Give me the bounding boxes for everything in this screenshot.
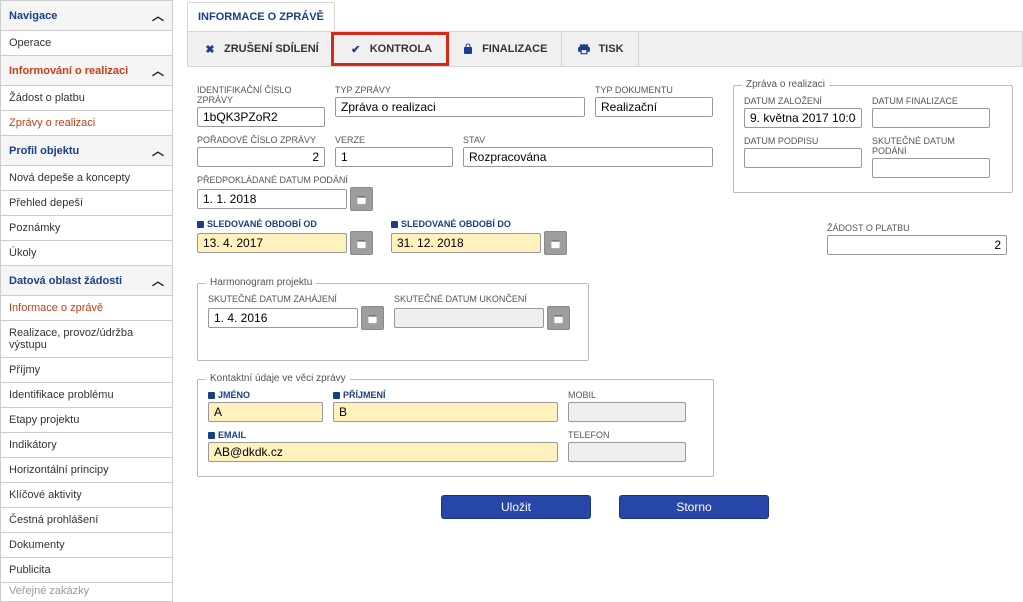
label-version: VERZE <box>335 135 453 145</box>
toolbar-tisk[interactable]: TISK <box>562 32 638 66</box>
id-input[interactable] <box>197 107 325 127</box>
label-id: IDENTIFIKAČNÍ ČÍSLO ZPRÁVY <box>197 85 325 105</box>
label-sign: DATUM PODPISU <box>744 136 862 146</box>
sidebar-item-informace[interactable]: Informace o zprávě <box>1 296 172 321</box>
version-input[interactable] <box>335 147 453 167</box>
sign-input[interactable] <box>744 148 862 168</box>
sidebar-item-zpravy[interactable]: Zprávy o realizaci <box>1 111 172 136</box>
lock-icon <box>460 41 476 57</box>
state-input[interactable] <box>463 147 713 167</box>
toolbar-kontrola[interactable]: ✔ KONTROLA <box>331 32 449 66</box>
email-input[interactable] <box>208 442 558 462</box>
chevron-up-icon: ︿ <box>152 272 164 289</box>
order-input[interactable] <box>197 147 325 167</box>
sidebar-item-indikatory[interactable]: Indikátory <box>1 433 172 458</box>
cancel-button[interactable]: Storno <box>619 495 769 519</box>
label-payment: ŽÁDOST O PLATBU <box>827 223 1007 233</box>
period-from-input[interactable] <box>197 233 347 253</box>
print-icon <box>576 41 592 57</box>
label-period-from: SLEDOVANÉ OBDOBÍ OD <box>197 219 373 229</box>
legend-contact: Kontaktní údaje ve věci zprávy <box>206 373 350 384</box>
sidebar-item-prehled[interactable]: Přehled depeší <box>1 191 172 216</box>
label-period-to: SLEDOVANÉ OBDOBÍ DO <box>391 219 567 229</box>
fieldset-harmonogram: Harmonogram projektu SKUTEČNÉ DATUM ZAHÁ… <box>197 283 589 361</box>
save-button[interactable]: Uložit <box>441 495 591 519</box>
label-type: TYP ZPRÁVY <box>335 85 585 95</box>
planned-input[interactable] <box>197 189 347 209</box>
sidebar-item-datova[interactable]: Datová oblast žádosti︿ <box>1 266 172 296</box>
mobile-input <box>568 402 686 422</box>
label-order: POŘADOVÉ ČÍSLO ZPRÁVY <box>197 135 325 145</box>
fieldset-realizace: Zpráva o realizaci DATUM ZALOŽENÍ DATUM … <box>733 85 1013 193</box>
label-founded: DATUM ZALOŽENÍ <box>744 96 862 106</box>
toolbar-finalizace[interactable]: FINALIZACE <box>446 32 562 66</box>
label-planned: PŘEDPOKLÁDANÉ DATUM PODÁNÍ <box>197 175 373 185</box>
tab-informace[interactable]: INFORMACE O ZPRÁVĚ <box>187 2 335 31</box>
sidebar-item-zadost[interactable]: Žádost o platbu <box>1 86 172 111</box>
label-finalize: DATUM FINALIZACE <box>872 96 990 106</box>
calendar-icon[interactable] <box>361 306 384 330</box>
name-input[interactable] <box>208 402 323 422</box>
label-surname: PŘÍJMENÍ <box>333 390 558 400</box>
chevron-up-icon: ︿ <box>152 142 164 159</box>
sidebar-item-profil[interactable]: Profil objektu︿ <box>1 136 172 166</box>
sidebar-item-etapy[interactable]: Etapy projektu <box>1 408 172 433</box>
sidebar-item-depese[interactable]: Nová depeše a koncepty <box>1 166 172 191</box>
start-input[interactable] <box>208 308 358 328</box>
end-input <box>394 308 544 328</box>
calendar-icon[interactable] <box>350 231 373 255</box>
label-name: JMÉNO <box>208 390 323 400</box>
toolbar: ✖ ZRUŠENÍ SDÍLENÍ ✔ KONTROLA FINALIZACE … <box>187 31 1023 67</box>
label-doctype: TYP DOKUMENTU <box>595 85 713 95</box>
sidebar-item-dokumenty[interactable]: Dokumenty <box>1 533 172 558</box>
submit-input[interactable] <box>872 158 990 178</box>
chevron-up-icon: ︿ <box>152 7 164 24</box>
sidebar-item-operace[interactable]: Operace <box>1 31 172 56</box>
sidebar: Navigace︿ Operace Informování o realizac… <box>0 0 173 602</box>
sidebar-item-ukoly[interactable]: Úkoly <box>1 241 172 266</box>
sidebar-item-horizontalni[interactable]: Horizontální principy <box>1 458 172 483</box>
chevron-up-icon: ︿ <box>152 62 164 79</box>
label-mobile: MOBIL <box>568 390 686 400</box>
label-end: SKUTEČNÉ DATUM UKONČENÍ <box>394 294 570 304</box>
label-submit: SKUTEČNÉ DATUM PODÁNÍ <box>872 136 990 156</box>
sidebar-item-informovani[interactable]: Informování o realizaci︿ <box>1 56 172 86</box>
label-state: STAV <box>463 135 713 145</box>
sidebar-item-poznamky[interactable]: Poznámky <box>1 216 172 241</box>
legend-harmonogram: Harmonogram projektu <box>206 277 316 288</box>
sidebar-item-cestna[interactable]: Čestná prohlášení <box>1 508 172 533</box>
type-input[interactable] <box>335 97 585 117</box>
sidebar-item-prijmy[interactable]: Příjmy <box>1 358 172 383</box>
calendar-icon[interactable] <box>544 231 567 255</box>
surname-input[interactable] <box>333 402 558 422</box>
phone-input <box>568 442 686 462</box>
check-icon: ✔ <box>348 41 364 57</box>
payment-input[interactable] <box>827 235 1007 255</box>
toolbar-zruseni[interactable]: ✖ ZRUŠENÍ SDÍLENÍ <box>188 32 334 66</box>
fieldset-contact: Kontaktní údaje ve věci zprávy JMÉNO PŘÍ… <box>197 379 714 477</box>
sidebar-item-verejne[interactable]: Veřejné zakázky <box>1 583 172 601</box>
finalize-input[interactable] <box>872 108 990 128</box>
main-content: INFORMACE O ZPRÁVĚ ✖ ZRUŠENÍ SDÍLENÍ ✔ K… <box>187 0 1023 602</box>
sidebar-item-klicove[interactable]: Klíčové aktivity <box>1 483 172 508</box>
calendar-icon[interactable] <box>350 187 373 211</box>
founded-input[interactable] <box>744 108 862 128</box>
close-icon: ✖ <box>202 41 218 57</box>
sidebar-item-identifikace[interactable]: Identifikace problému <box>1 383 172 408</box>
label-phone: TELEFON <box>568 430 686 440</box>
sidebar-item-realizace[interactable]: Realizace, provoz/údržba výstupu <box>1 321 172 358</box>
label-email: EMAIL <box>208 430 558 440</box>
sidebar-item-publicita[interactable]: Publicita <box>1 558 172 583</box>
sidebar-item-navigace[interactable]: Navigace︿ <box>1 1 172 31</box>
label-start: SKUTEČNÉ DATUM ZAHÁJENÍ <box>208 294 384 304</box>
calendar-icon[interactable] <box>547 306 570 330</box>
doctype-input[interactable] <box>595 97 713 117</box>
legend-realizace: Zpráva o realizaci <box>742 79 829 90</box>
period-to-input[interactable] <box>391 233 541 253</box>
